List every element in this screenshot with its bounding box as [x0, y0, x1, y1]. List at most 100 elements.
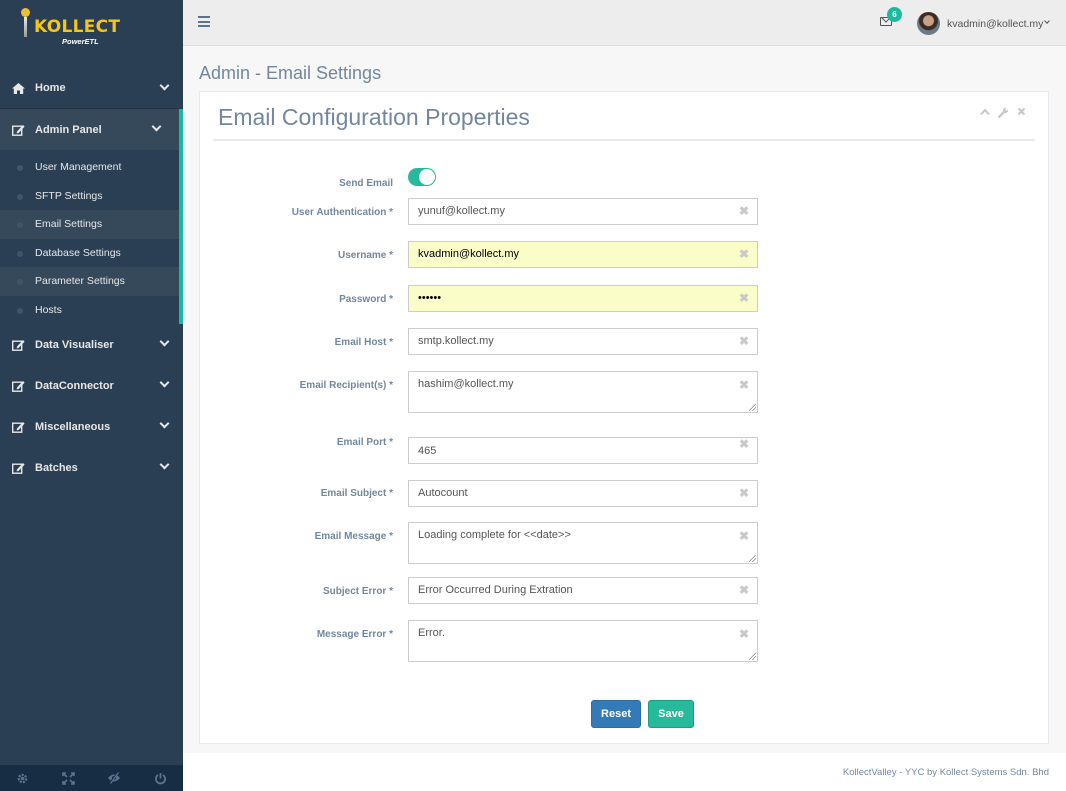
bullet-icon — [17, 250, 23, 257]
sidebar: KOLLECT PowerETL Home Admin Panel User M… — [0, 0, 183, 791]
clear-icon[interactable]: ✖ — [739, 481, 749, 506]
sidebar-item-admin-panel[interactable]: Admin Panel — [0, 109, 183, 150]
clear-icon[interactable]: ✖ — [739, 529, 749, 543]
message-error-field[interactable]: Error. ✖ — [408, 620, 758, 662]
send-email-toggle[interactable] — [408, 168, 436, 186]
bullet-icon — [17, 165, 23, 171]
email-port-field[interactable]: 465 ✖ — [408, 437, 758, 464]
clear-icon[interactable]: ✖ — [739, 242, 749, 267]
username-field[interactable]: kvadmin@kollect.my ✖ — [408, 241, 758, 268]
sidebar-subitem-label: Hosts — [35, 303, 62, 316]
send-email-label: Send Email — [339, 178, 393, 189]
panel-toolbox — [980, 107, 1026, 121]
sidebar-item-label: DataConnector — [35, 379, 114, 392]
bullet-icon — [17, 279, 23, 285]
logo[interactable]: KOLLECT PowerETL — [0, 0, 183, 58]
resize-handle[interactable] — [749, 653, 756, 660]
user-authentication-field[interactable]: yunuf@kollect.my ✖ — [408, 198, 758, 225]
resize-handle[interactable] — [749, 404, 756, 411]
field-value: Autocount — [418, 487, 468, 499]
chevron-down-icon[interactable] — [1044, 18, 1050, 24]
edit-icon — [11, 380, 25, 392]
sidebar-item-parameter-settings[interactable]: Parameter Settings — [0, 267, 179, 296]
sidebar-item-email-settings[interactable]: Email Settings — [0, 210, 179, 239]
clear-icon[interactable]: ✖ — [739, 199, 749, 224]
admin-submenu: User Management SFTP Settings Email Sett… — [0, 150, 183, 324]
clear-icon[interactable]: ✖ — [739, 378, 749, 392]
clear-icon[interactable]: ✖ — [739, 578, 749, 603]
field-value: Error. — [418, 627, 445, 639]
sidebar-item-hosts[interactable]: Hosts — [0, 296, 179, 325]
email-subject-field[interactable]: Autocount ✖ — [408, 480, 758, 507]
sidebar-item-label: Miscellaneous — [35, 420, 111, 433]
chevron-down-icon — [159, 80, 170, 91]
email-config-panel: Email Configuration Properties Send Emai… — [199, 91, 1049, 744]
sidebar-item-miscellaneous[interactable]: Miscellaneous — [0, 406, 183, 447]
edit-icon — [11, 339, 25, 351]
logo-text: KOLLECT — [34, 17, 121, 37]
edit-icon — [11, 124, 25, 136]
email-recipients-field[interactable]: hashim@kollect.my ✖ — [408, 371, 758, 413]
resize-handle[interactable] — [749, 555, 756, 562]
field-value: kvadmin@kollect.my — [418, 248, 520, 260]
sidebar-item-sftp-settings[interactable]: SFTP Settings — [0, 182, 179, 211]
sidebar-item-home[interactable]: Home — [0, 68, 183, 109]
menu-toggle-icon[interactable] — [198, 16, 210, 27]
sidebar-item-label: Admin Panel — [35, 123, 102, 136]
sidebar-item-batches[interactable]: Batches — [0, 447, 183, 488]
clear-icon[interactable]: ✖ — [739, 329, 749, 354]
sidebar-footer — [0, 765, 183, 791]
chevron-up-icon[interactable] — [980, 107, 990, 121]
sidebar-item-user-management[interactable]: User Management — [0, 153, 179, 182]
email-message-field[interactable]: Loading complete for <<date>> ✖ — [408, 522, 758, 564]
user-menu[interactable]: kvadmin@kollect.my — [947, 18, 1043, 30]
save-button[interactable]: Save — [648, 700, 694, 728]
sidebar-item-database-settings[interactable]: Database Settings — [0, 239, 179, 268]
password-field[interactable]: •••••• ✖ — [408, 285, 758, 312]
notification-badge: 6 — [887, 7, 902, 22]
avatar[interactable] — [917, 12, 940, 35]
gear-icon[interactable] — [0, 765, 46, 791]
edit-icon — [11, 462, 25, 474]
bullet-icon — [17, 307, 23, 314]
sidebar-item-label: Data Visualiser — [35, 338, 114, 351]
message-error-label: Message Error * — [316, 629, 393, 640]
clear-icon[interactable]: ✖ — [739, 627, 749, 641]
home-icon — [11, 82, 25, 94]
logo-subtitle: PowerETL — [62, 37, 99, 46]
sidebar-subitem-label: User Management — [35, 161, 122, 174]
email-message-label: Email Message * — [314, 531, 393, 542]
username-label: Username * — [337, 250, 393, 261]
sidebar-subitem-label: Email Settings — [35, 218, 103, 231]
email-port-label: Email Port * — [336, 437, 393, 448]
email-host-label: Email Host * — [334, 337, 393, 348]
field-value: 465 — [418, 445, 437, 457]
field-value: yunuf@kollect.my — [418, 205, 505, 217]
sidebar-item-dataconnector[interactable]: DataConnector — [0, 365, 183, 406]
power-icon[interactable] — [137, 765, 183, 791]
chevron-down-icon — [159, 459, 170, 470]
clear-icon[interactable]: ✖ — [739, 437, 749, 451]
reset-button[interactable]: Reset — [591, 700, 641, 728]
clear-icon[interactable]: ✖ — [739, 286, 749, 311]
sidebar-item-data-visualiser[interactable]: Data Visualiser — [0, 324, 183, 365]
eye-slash-icon[interactable] — [92, 765, 138, 791]
sidebar-subitem-label: Database Settings — [35, 246, 121, 259]
close-icon[interactable] — [1017, 107, 1026, 121]
sidebar-item-label: Batches — [35, 461, 78, 474]
fullscreen-icon[interactable] — [46, 765, 92, 791]
email-host-field[interactable]: smtp.kollect.my ✖ — [408, 328, 758, 355]
footer-text: KollectValley - YYC by Kollect Systems S… — [842, 767, 1049, 778]
wrench-icon[interactable] — [998, 107, 1009, 121]
page-footer: KollectValley - YYC by Kollect Systems S… — [183, 753, 1066, 791]
subject-error-field[interactable]: Error Occurred During Extration ✖ — [408, 577, 758, 604]
page-title: Admin - Email Settings — [199, 63, 382, 83]
field-value: Error Occurred During Extration — [418, 584, 573, 596]
chevron-down-icon — [159, 377, 170, 388]
divider — [213, 139, 1035, 141]
sidebar-item-label: Home — [35, 82, 66, 94]
subject-error-label: Subject Error * — [322, 586, 393, 597]
edit-icon — [11, 421, 25, 433]
email-subject-label: Email Subject * — [320, 488, 393, 499]
field-value: Loading complete for <<date>> — [418, 529, 571, 541]
